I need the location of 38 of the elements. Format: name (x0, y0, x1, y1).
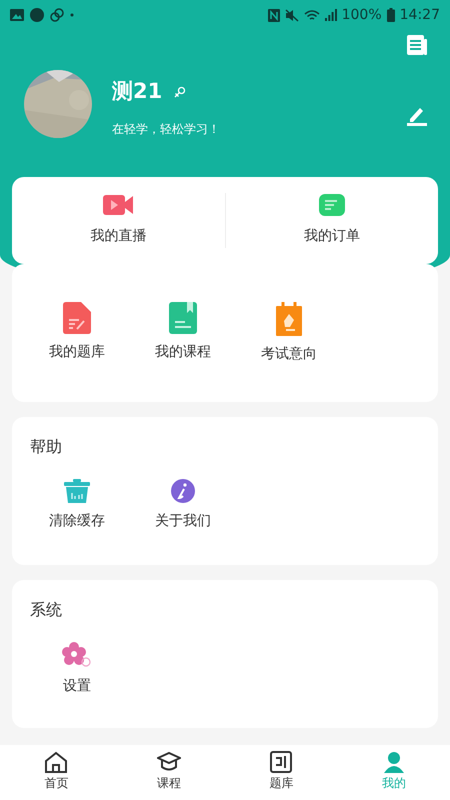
wifi-icon (304, 8, 320, 22)
menu-item[interactable]: 我的订单 (304, 226, 360, 247)
battery-percent: 100% (342, 6, 382, 24)
book-icon (169, 302, 197, 334)
video-camera-icon (103, 194, 134, 216)
nav-tab[interactable]: 课程 (112, 745, 225, 800)
signal-icon (324, 9, 337, 21)
app-icon (30, 8, 44, 22)
info-icon (171, 479, 195, 503)
motto-text: 在轻学，轻松学习！ (112, 120, 220, 138)
document-icon (63, 302, 91, 334)
trash-bin-icon (64, 479, 90, 503)
status-time: 14:27 (400, 6, 440, 24)
section-title: 系统 (30, 599, 63, 621)
graduation-cap-icon (156, 751, 181, 773)
mute-icon (284, 8, 299, 22)
dot-icon (70, 13, 74, 17)
gender-icon (174, 86, 186, 98)
section-title: 帮助 (30, 436, 63, 458)
book-icon (270, 751, 292, 773)
menu-item[interactable]: 我的直播 (90, 226, 146, 247)
flower-gear-icon (62, 642, 92, 668)
message-icon (318, 194, 345, 216)
link-icon (50, 8, 64, 22)
menu-item[interactable]: 我的题库 (49, 342, 105, 362)
person-icon (382, 751, 405, 773)
user-name: 测21 (112, 78, 162, 105)
menu-item[interactable]: 清除缓存 (49, 511, 105, 532)
menu-item[interactable]: 考试意向 (261, 344, 317, 364)
nav-tab[interactable]: 首页 (0, 745, 112, 800)
home-icon (44, 751, 68, 773)
notepad-pen-icon (275, 302, 303, 336)
nav-tab[interactable]: 题库 (225, 745, 338, 800)
document-icon[interactable] (406, 34, 428, 56)
gallery-icon (10, 9, 24, 21)
menu-item[interactable]: 我的课程 (155, 342, 211, 362)
menu-item[interactable]: 关于我们 (155, 511, 211, 532)
menu-item[interactable]: 设置 (63, 676, 91, 697)
